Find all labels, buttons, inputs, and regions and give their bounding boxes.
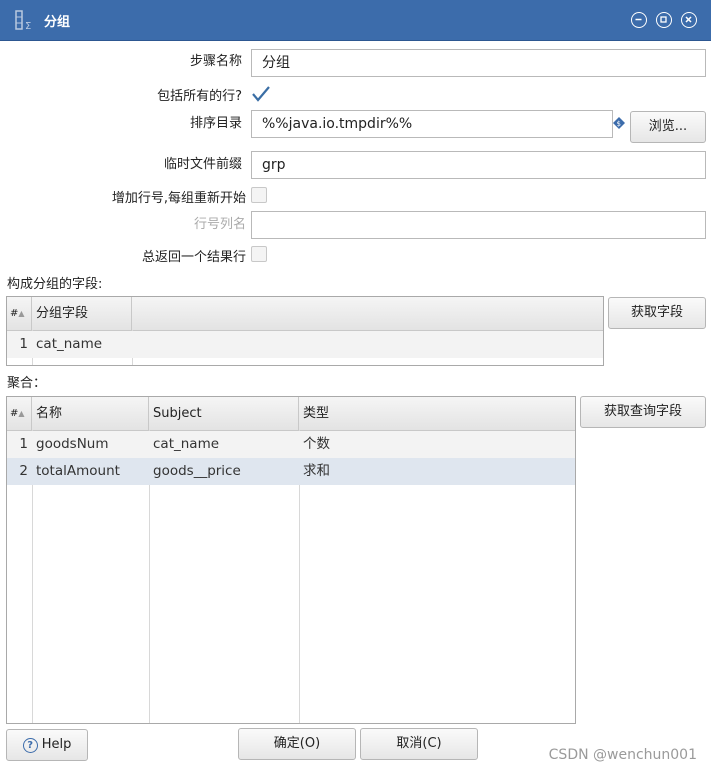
help-label: Help: [41, 737, 72, 752]
group-field-column-header[interactable]: 分组字段: [32, 297, 132, 330]
subject-column-header[interactable]: Subject: [149, 397, 299, 430]
type-cell[interactable]: 求和: [299, 458, 449, 485]
always-return-label: 总返回一个结果行: [141, 250, 246, 265]
get-fields-button[interactable]: 获取字段: [608, 297, 706, 329]
help-icon: ?: [22, 737, 38, 753]
name-cell[interactable]: totalAmount: [32, 458, 149, 485]
line-number-field-input[interactable]: [251, 211, 706, 239]
minimize-icon[interactable]: [631, 12, 647, 28]
row-number: 1: [19, 436, 28, 452]
name-column-header[interactable]: 名称: [32, 397, 149, 430]
close-icon[interactable]: [681, 12, 697, 28]
type-cell[interactable]: 个数: [299, 431, 449, 458]
window-title: 分组: [44, 15, 71, 30]
ok-button[interactable]: 确定(O): [238, 728, 356, 760]
sort-directory-input[interactable]: %%java.io.tmpdir%%: [251, 110, 613, 138]
row-number-column-header[interactable]: #▲: [7, 397, 32, 430]
step-name-label: 步骤名称: [189, 54, 242, 69]
group-field-cell[interactable]: cat_name: [32, 331, 132, 358]
table-row[interactable]: 1 goodsNum cat_name 个数: [7, 431, 575, 458]
add-line-number-label: 增加行号,每组重新开始: [111, 191, 246, 206]
group-fields-section-label: 构成分组的字段:: [7, 277, 103, 292]
always-return-checkbox[interactable]: [251, 246, 267, 262]
row-number: 1: [19, 336, 28, 352]
name-cell[interactable]: goodsNum: [32, 431, 149, 458]
subject-cell[interactable]: goods__price: [149, 458, 299, 485]
temp-prefix-input[interactable]: grp: [251, 151, 706, 179]
row-number-column-header[interactable]: #▲: [7, 297, 32, 330]
maximize-icon[interactable]: [656, 12, 672, 28]
svg-text:Σ: Σ: [25, 21, 31, 31]
title-bar: Σ 分组: [0, 0, 711, 41]
include-all-rows-label: 包括所有的行?: [157, 89, 242, 104]
step-name-input[interactable]: 分组: [251, 49, 706, 77]
sort-directory-label: 排序目录: [189, 116, 242, 131]
grouping-icon: Σ: [14, 9, 36, 32]
table-header: #▲ 分组字段: [7, 297, 603, 331]
table-row[interactable]: 1 cat_name: [7, 331, 603, 358]
subject-cell[interactable]: cat_name: [149, 431, 299, 458]
line-number-field-label: 行号列名: [193, 217, 246, 232]
watermark: CSDN @wenchun001: [548, 747, 697, 763]
aggregates-table: #▲ 名称 Subject 类型 1 goodsNum cat_name 个数 …: [6, 396, 576, 724]
cancel-button[interactable]: 取消(C): [360, 728, 478, 760]
include-all-rows-checkbox[interactable]: [251, 84, 271, 104]
svg-text:$: $: [617, 120, 621, 128]
check-icon: [252, 86, 270, 102]
get-lookup-fields-button[interactable]: 获取查询字段: [580, 396, 706, 428]
aggregates-section-label: 聚合：: [7, 376, 47, 391]
table-header: #▲ 名称 Subject 类型: [7, 397, 575, 431]
help-button[interactable]: ? Help: [6, 729, 88, 761]
temp-prefix-label: 临时文件前缀: [163, 157, 242, 172]
table-row[interactable]: 2 totalAmount goods__price 求和: [7, 458, 575, 485]
add-line-number-checkbox[interactable]: [251, 187, 267, 203]
group-fields-table: #▲ 分组字段 1 cat_name: [6, 296, 604, 366]
row-number: 2: [19, 463, 28, 479]
variable-icon[interactable]: $: [613, 117, 625, 129]
browse-button[interactable]: 浏览...: [630, 111, 706, 143]
type-column-header[interactable]: 类型: [299, 397, 575, 430]
